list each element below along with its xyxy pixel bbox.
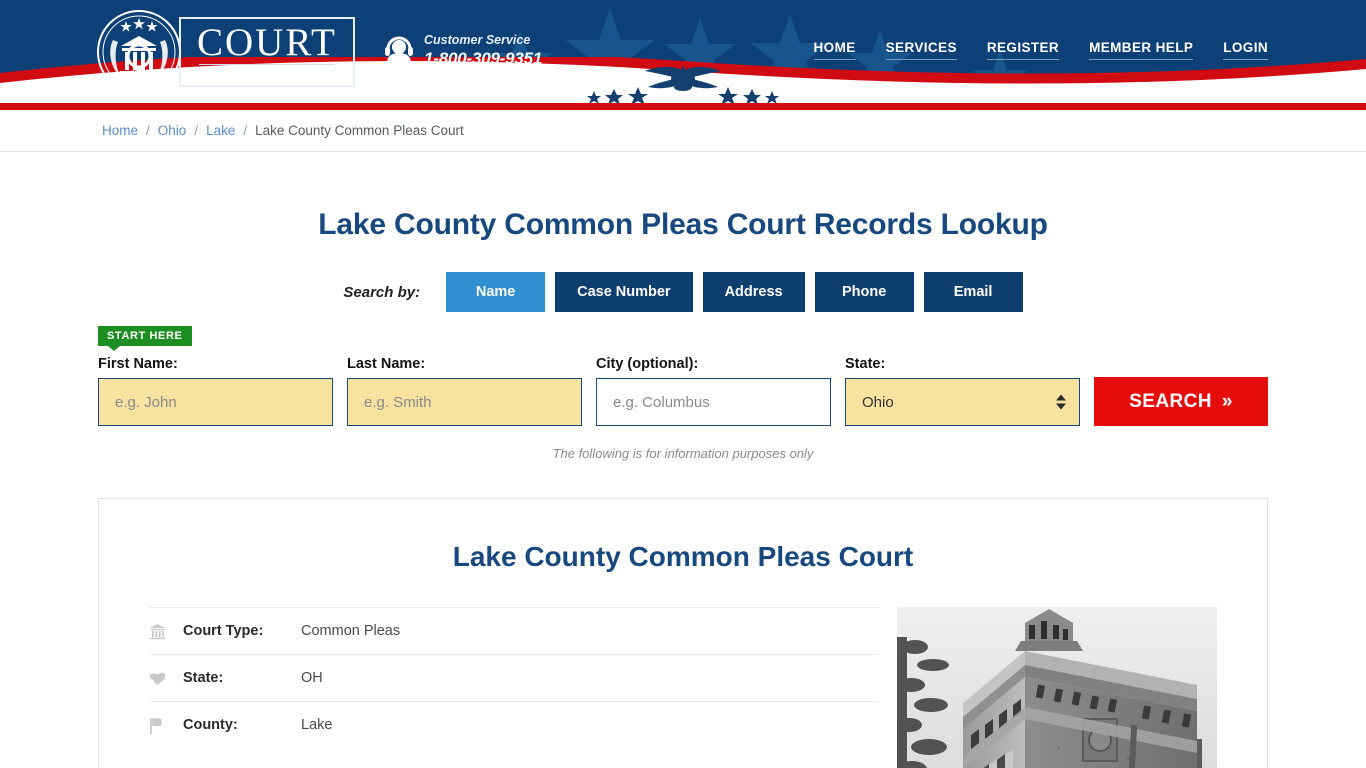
nav-item-home[interactable]: HOME xyxy=(813,40,856,60)
flag-icon xyxy=(149,717,183,734)
nav-item-services[interactable]: SERVICES xyxy=(885,40,957,60)
us-map-icon xyxy=(149,671,183,686)
logo-sub-text: CASE FINDER xyxy=(209,68,325,80)
first-name-label: First Name: xyxy=(98,356,178,372)
last-name-label: Last Name: xyxy=(347,356,426,372)
detail-value-state: OH xyxy=(301,670,323,686)
last-name-field-group: Last Name: e.g. Smith xyxy=(347,356,582,426)
city-field-group: City (optional): e.g. Columbus xyxy=(596,356,831,426)
customer-service-block: Customer Service 1-800-309-9351 xyxy=(383,33,542,68)
detail-label-county: County: xyxy=(183,717,238,733)
page-title: Lake County Common Pleas Court Records L… xyxy=(318,208,1048,241)
breadcrumb: Home / Ohio / Lake / Lake County Common … xyxy=(102,123,464,138)
double-chevron-right-icon: » xyxy=(1221,390,1233,412)
disclaimer-text: The following is for information purpose… xyxy=(552,446,814,461)
detail-value-county: Lake xyxy=(301,717,333,733)
site-logo[interactable]: COURT CASE FINDER xyxy=(95,8,355,96)
breadcrumb-separator: / xyxy=(194,123,199,138)
search-button-label: SEARCH xyxy=(1129,390,1212,412)
court-detail-list: Court Type: Common Pleas State: OH Count… xyxy=(149,607,879,768)
court-seal-icon xyxy=(97,10,181,94)
first-name-field-group: First Name: e.g. John xyxy=(98,356,333,426)
detail-row-county: County: Lake xyxy=(149,701,879,748)
detail-row-court-type: Court Type: Common Pleas xyxy=(149,607,879,654)
search-form: START HERE First Name: e.g. John Last Na… xyxy=(98,326,1268,426)
tab-name[interactable]: Name xyxy=(446,272,546,312)
breadcrumb-separator: / xyxy=(243,123,248,138)
tab-case-number[interactable]: Case Number xyxy=(555,272,693,312)
search-button[interactable]: SEARCH » xyxy=(1094,377,1268,426)
state-label: State: xyxy=(845,356,886,372)
bank-courthouse-icon xyxy=(149,623,183,640)
state-field-group: State: Ohio xyxy=(845,356,1080,426)
detail-row-state: State: OH xyxy=(149,654,879,701)
red-stripe-divider xyxy=(0,103,1366,110)
first-name-input[interactable]: e.g. John xyxy=(98,378,333,426)
detail-value-court-type: Common Pleas xyxy=(301,623,401,639)
nav-item-login[interactable]: LOGIN xyxy=(1223,40,1268,60)
breadcrumb-item-home[interactable]: Home xyxy=(102,123,138,138)
search-by-label: Search by: xyxy=(343,283,421,301)
breadcrumb-bar: Home / Ohio / Lake / Lake County Common … xyxy=(0,110,1366,152)
start-here-badge: START HERE xyxy=(98,326,193,351)
nav-item-register[interactable]: REGISTER xyxy=(986,40,1060,60)
customer-service-phone[interactable]: 1-800-309-9351 xyxy=(424,49,542,69)
detail-label-court-type: Court Type: xyxy=(183,623,264,639)
city-label: City (optional): xyxy=(596,356,699,372)
site-header: COURT CASE FINDER Customer Service 1-800… xyxy=(0,0,1366,103)
court-card-title: Lake County Common Pleas Court xyxy=(452,541,914,572)
detail-label-state: State: xyxy=(183,670,224,686)
search-by-tabs: Search by: Name Case Number Address Phon… xyxy=(0,272,1366,312)
main-navigation: HOME SERVICES REGISTER MEMBER HELP LOGIN xyxy=(813,40,1268,60)
breadcrumb-current-page: Lake County Common Pleas Court xyxy=(255,123,464,138)
logo-divider xyxy=(199,64,335,66)
tab-address[interactable]: Address xyxy=(702,272,805,312)
breadcrumb-separator: / xyxy=(146,123,150,138)
tab-email[interactable]: Email xyxy=(923,272,1023,312)
nav-item-member-help[interactable]: MEMBER HELP xyxy=(1089,40,1194,60)
breadcrumb-item-ohio[interactable]: Ohio xyxy=(158,123,187,138)
last-name-input[interactable]: e.g. Smith xyxy=(347,378,582,426)
customer-service-label: Customer Service xyxy=(424,33,531,47)
city-input[interactable]: e.g. Columbus xyxy=(596,378,831,426)
courthouse-building-photo xyxy=(897,607,1217,768)
logo-wordmark: COURT CASE FINDER xyxy=(179,16,355,88)
logo-main-text: COURT xyxy=(197,20,337,64)
state-select[interactable]: Ohio xyxy=(845,378,1080,426)
courthouse-photo-wrap xyxy=(897,607,1217,768)
breadcrumb-item-lake[interactable]: Lake xyxy=(206,123,235,138)
headset-support-icon xyxy=(385,36,413,63)
court-info-card: Lake County Common Pleas Court Court Typ… xyxy=(98,498,1268,768)
tab-phone[interactable]: Phone xyxy=(814,272,914,312)
